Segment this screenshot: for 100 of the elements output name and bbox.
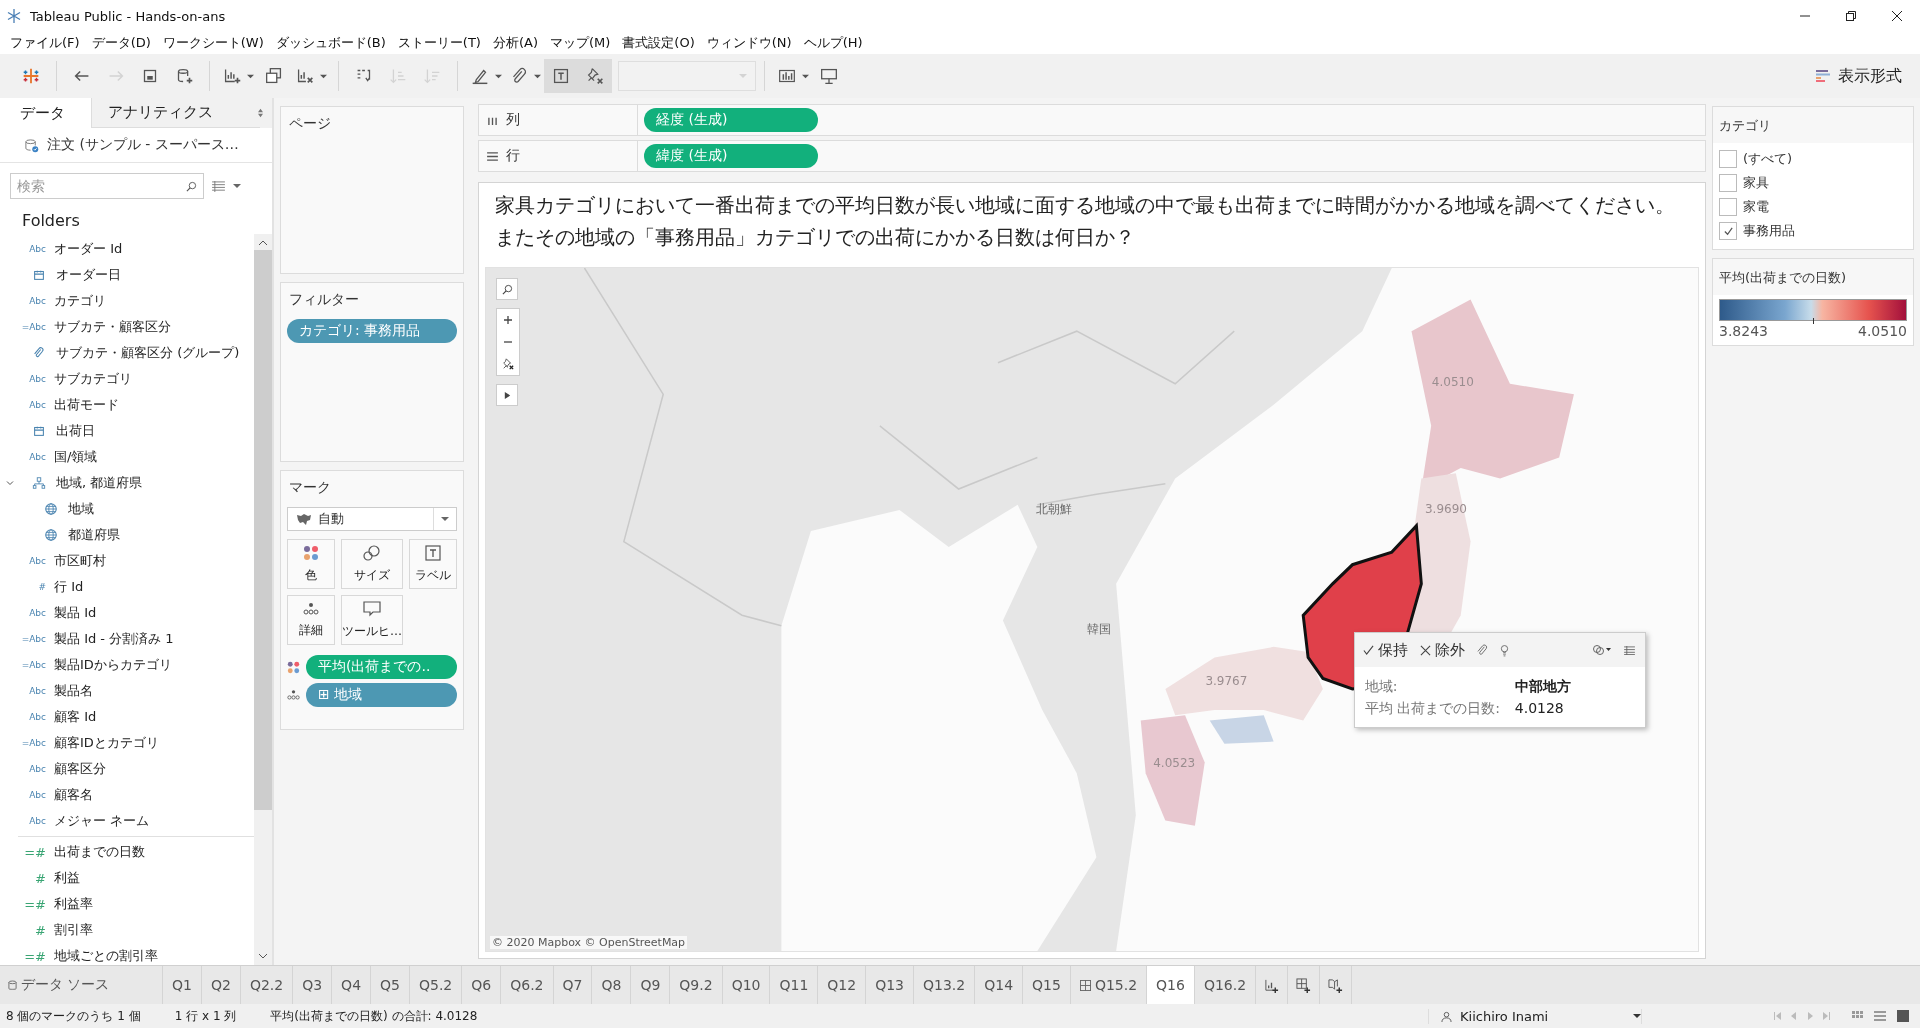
field-item[interactable]: オーダー日 (0, 262, 254, 288)
map-label: 4.0523 (1153, 755, 1196, 770)
link-circles-icon[interactable] (1591, 644, 1612, 657)
page-navigation-icon (1772, 1011, 1832, 1021)
caret-icon (739, 72, 747, 80)
rows-shelf: 行 緯度 (生成) (478, 140, 1706, 172)
field-item[interactable]: 地域, 都道府県 (0, 470, 254, 496)
type-icon: =Abc (16, 322, 46, 332)
checkbox[interactable] (1719, 150, 1737, 168)
play-button[interactable] (496, 384, 518, 406)
menu-item[interactable]: ストーリー(T) (391, 33, 487, 53)
field-item[interactable]: Abc カテゴリ (0, 288, 254, 314)
calendar-icon (32, 424, 46, 438)
field-item[interactable]: サブカテ・顧客区分 (グループ) (0, 340, 254, 366)
field-item[interactable]: Abc メジャー ネーム (0, 808, 254, 834)
menu-item[interactable]: ダッシュボード(B) (269, 33, 392, 53)
field-item[interactable]: Abc 顧客区分 (0, 756, 254, 782)
map-view[interactable]: 4.0510 北朝鮮 3.9690 韓国 3.9767 4.0523 © 2020 Mapbox © OpenStreetMap 保持 除外 地域: 中部地方 平均 出荷までの日数: 4.0128 (485, 267, 1699, 952)
chevron-up-icon[interactable] (258, 240, 268, 246)
filter-option[interactable]: 家電 (1719, 195, 1907, 219)
list-view-icon[interactable] (212, 180, 225, 192)
field-item[interactable]: 地域 (0, 496, 254, 522)
tooltip-mark-button[interactable]: ツールヒ… (341, 595, 403, 645)
globe-icon (44, 502, 58, 516)
field-item[interactable]: Abc 顧客名 (0, 782, 254, 808)
format-button[interactable]: 表示形式 (1808, 61, 1910, 91)
sheet-tab[interactable]: Q16 (1147, 966, 1195, 1004)
map-search-button[interactable] (496, 278, 518, 300)
menu-item[interactable]: 分析(A) (486, 33, 544, 53)
data-grid-icon[interactable] (1623, 645, 1635, 655)
field-item[interactable]: =# 地域ごとの割引率 (0, 943, 254, 965)
type-icon: Abc (16, 400, 46, 410)
field-item[interactable]: Abc 出荷モード (0, 392, 254, 418)
status-text: 1 行 x 1 列 (173, 1007, 237, 1025)
close-icon (1419, 644, 1431, 656)
field-item[interactable]: =Abc 製品IDからカテゴリ (0, 652, 254, 678)
pane-tab[interactable]: データ (0, 98, 91, 128)
tooltip-label: 地域: (1364, 677, 1399, 697)
field-item[interactable]: Abc 製品名 (0, 678, 254, 704)
caret-icon[interactable] (233, 182, 241, 190)
labels-button[interactable] (544, 59, 578, 93)
checkbox[interactable] (1719, 198, 1737, 216)
menu-item[interactable]: 書式設定(O) (616, 33, 701, 53)
chevron-down-icon[interactable] (258, 953, 268, 959)
type-icon: =Abc (16, 660, 46, 670)
columns-icon (487, 115, 498, 125)
detail-mark-button[interactable]: 詳細 (287, 595, 335, 645)
map-label: 3.9690 (1424, 502, 1467, 516)
field-item[interactable]: =Abc サブカテ・顧客区分 (0, 314, 254, 340)
rows-icon (487, 151, 498, 161)
menu-item[interactable]: マップ(M) (544, 33, 617, 53)
menu-item[interactable]: ワークシート(W) (156, 33, 270, 53)
field-item[interactable]: Abc オーダー Id (0, 236, 254, 262)
pages-card: ページ (280, 106, 464, 274)
data-source-name[interactable]: 注文 (サンプル - スーパース… (47, 136, 239, 154)
scrollbar[interactable] (254, 234, 272, 965)
menu-item[interactable]: ウィンドウ(N) (700, 33, 798, 53)
field-item[interactable]: =Abc 製品 Id - 分割済み 1 (0, 626, 254, 652)
keep-button[interactable]: 保持 (1362, 640, 1408, 660)
field-item[interactable]: # 利益 (0, 865, 254, 891)
mark-type-dropdown[interactable]: 自動 (287, 507, 457, 531)
sort-arrows-icon[interactable] (257, 108, 264, 118)
type-icon: =# (16, 896, 46, 912)
search-field[interactable]: 検索 (10, 173, 204, 199)
field-item[interactable]: =# 出荷までの日数 (0, 839, 254, 865)
exclude-button[interactable]: 除外 (1419, 640, 1465, 660)
field-item[interactable]: # 行 Id (0, 574, 254, 600)
field-item[interactable]: =Abc 顧客IDとカテゴリ (0, 730, 254, 756)
dots-icon (303, 544, 319, 561)
field-item[interactable]: # 割引率 (0, 917, 254, 943)
grid-plus-icon (1296, 977, 1312, 993)
pin-button[interactable] (578, 59, 612, 93)
filter-option[interactable]: (すべて) (1719, 147, 1907, 171)
filter-option[interactable]: 家具 (1719, 171, 1907, 195)
field-item[interactable]: =# 利益率 (0, 891, 254, 917)
lightbulb-icon[interactable] (1499, 643, 1509, 657)
field-item[interactable]: 出荷日 (0, 418, 254, 444)
type-icon: =# (16, 844, 46, 860)
field-item[interactable]: Abc 顧客 Id (0, 704, 254, 730)
paperclip-icon[interactable] (1476, 643, 1488, 657)
field-item[interactable]: 都道府県 (0, 522, 254, 548)
field-item[interactable]: Abc サブカテゴリ (0, 366, 254, 392)
color-mark-button[interactable]: 色 (287, 539, 335, 589)
filter-option[interactable]: 事務用品 (1719, 219, 1907, 243)
checkbox[interactable] (1719, 222, 1737, 240)
field-item[interactable]: Abc 国/領域 (0, 444, 254, 470)
checkbox[interactable] (1719, 174, 1737, 192)
type-icon: # (16, 922, 46, 938)
caret-icon (320, 72, 327, 80)
field-item[interactable]: Abc 市区町村 (0, 548, 254, 574)
menu-item[interactable]: ヘルプ(H) (797, 33, 869, 53)
size-mark-button[interactable]: サイズ (341, 539, 403, 589)
chevron-icon[interactable] (6, 479, 14, 487)
menu-item[interactable]: ファイル(F) (4, 33, 86, 53)
user-menu[interactable]: Kiichiro Inami (1428, 1008, 1642, 1024)
menu-item[interactable]: データ(D) (85, 33, 157, 53)
pane-tab[interactable]: アナリティクス (91, 98, 260, 128)
field-item[interactable]: Abc 製品 Id (0, 600, 254, 626)
label-mark-button[interactable]: ラベル (409, 539, 457, 589)
legend-max: 4.0510 (1858, 323, 1907, 339)
